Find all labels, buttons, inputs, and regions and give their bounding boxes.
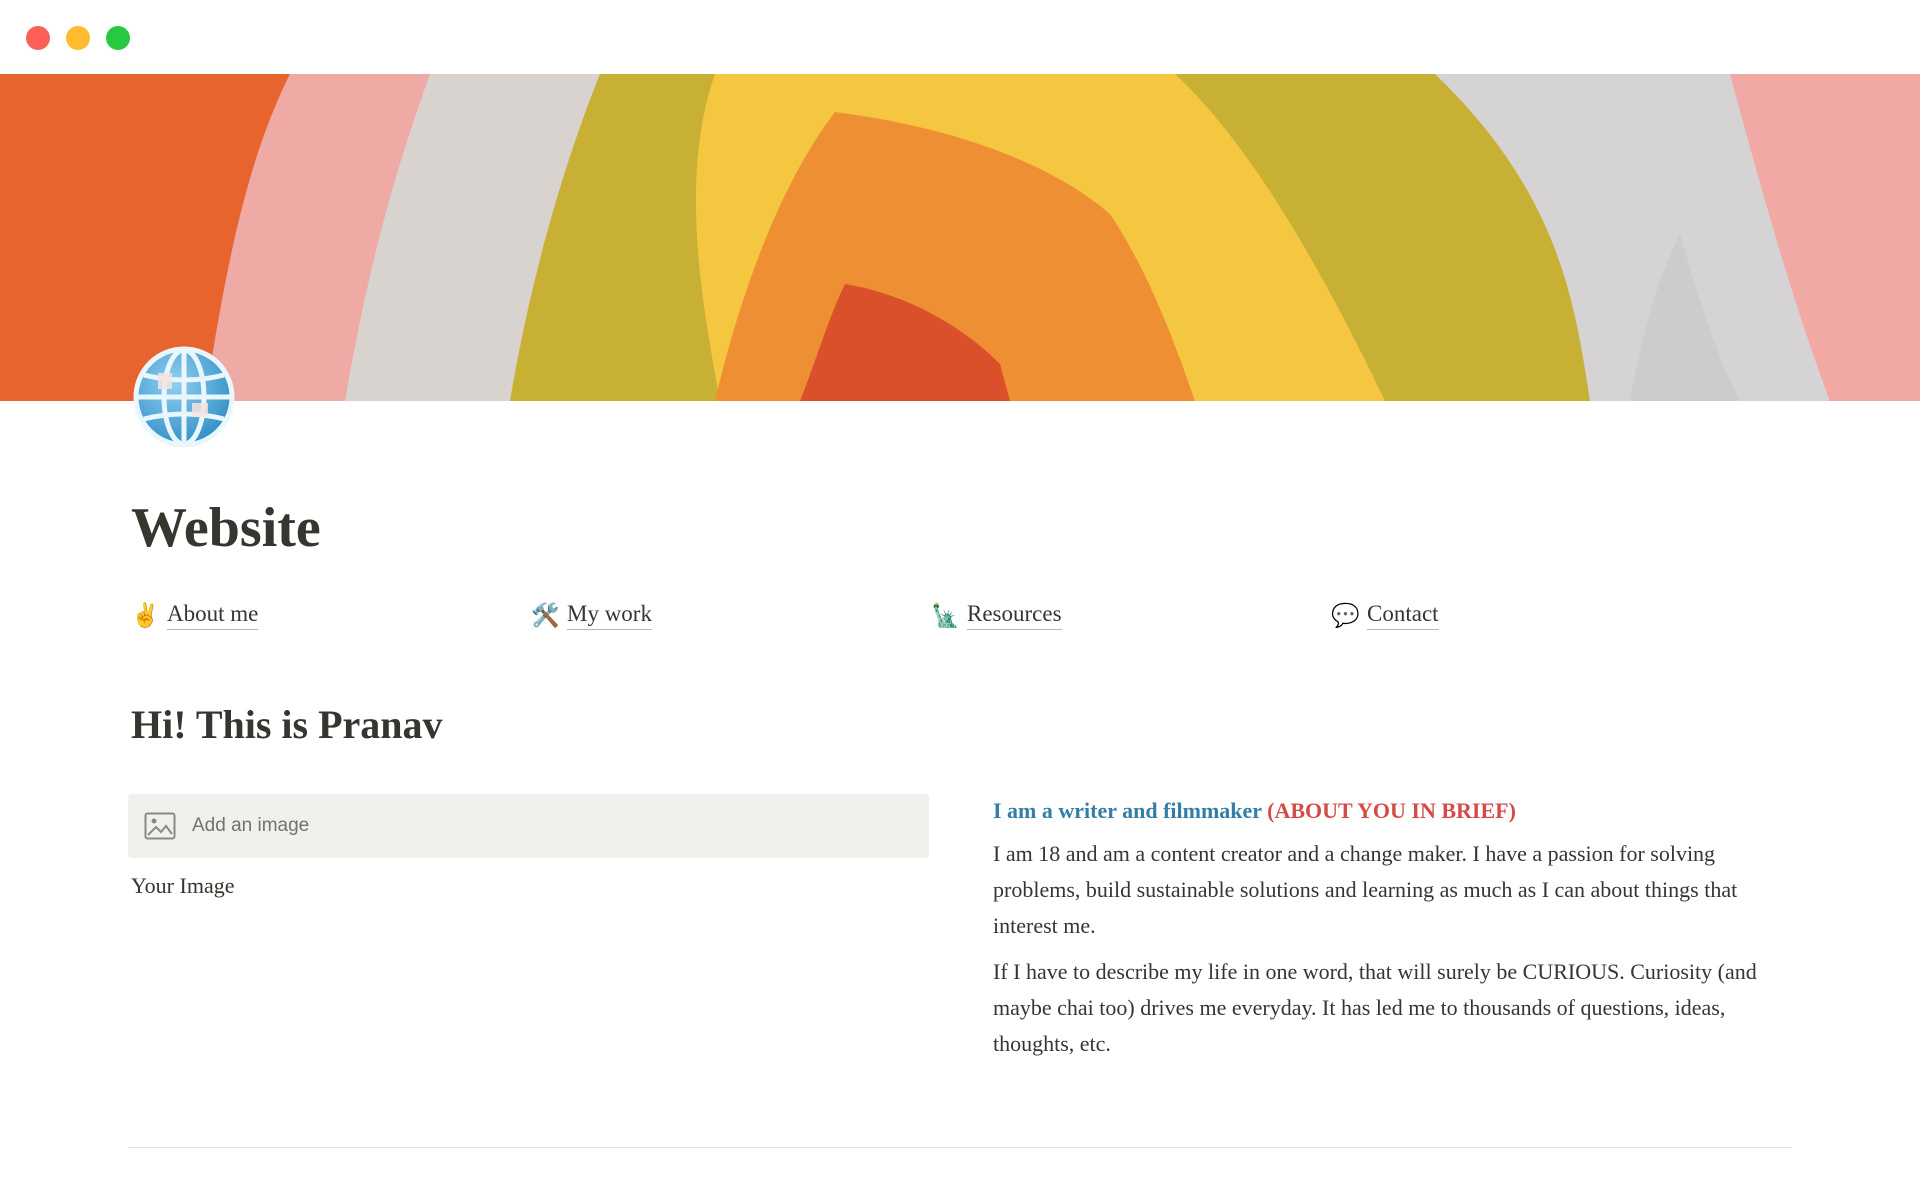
nav-link-my-work[interactable]: 🛠️ My work xyxy=(531,598,652,632)
about-paragraph-2[interactable]: If I have to describe my life in one wor… xyxy=(993,954,1793,1062)
minimize-window-button[interactable] xyxy=(66,26,90,50)
about-heading[interactable]: I am a writer and filmmaker (ABOUT YOU I… xyxy=(993,794,1793,828)
add-image-label: Add an image xyxy=(192,815,310,836)
page-title: Website xyxy=(131,497,321,559)
zoom-window-button[interactable] xyxy=(106,26,130,50)
nav-link-contact[interactable]: 💬 Contact xyxy=(1331,598,1439,632)
section-heading: Hi! This is Pranav xyxy=(131,702,443,747)
rainbow-arches-image xyxy=(0,74,1920,401)
divider xyxy=(128,1147,1792,1148)
about-heading-blue: I am a writer and filmmaker xyxy=(993,798,1262,823)
about-heading-red: (ABOUT YOU IN BRIEF) xyxy=(1267,798,1516,823)
nav-label[interactable]: Resources xyxy=(967,600,1062,630)
image-icon xyxy=(144,812,176,840)
image-caption[interactable]: Your Image xyxy=(131,870,234,902)
globe-icon[interactable] xyxy=(132,345,236,449)
nav-link-about-me[interactable]: ✌️ About me xyxy=(131,598,259,632)
nav-link-resources[interactable]: 🗽 Resources xyxy=(931,598,1062,632)
nav-label[interactable]: My work xyxy=(567,600,652,630)
nav-label[interactable]: About me xyxy=(167,600,259,630)
nav-label[interactable]: Contact xyxy=(1367,600,1439,630)
window-titlebar xyxy=(0,0,1920,74)
victory-hand-icon: ✌️ xyxy=(131,602,160,629)
speech-bubble-icon: 💬 xyxy=(1331,602,1360,629)
tools-icon: 🛠️ xyxy=(531,602,560,629)
about-paragraph-1[interactable]: I am 18 and am a content creator and a c… xyxy=(993,836,1793,944)
cover-image[interactable] xyxy=(0,74,1920,401)
about-column: I am a writer and filmmaker (ABOUT YOU I… xyxy=(993,794,1793,1072)
statue-of-liberty-icon: 🗽 xyxy=(931,602,960,629)
close-window-button[interactable] xyxy=(26,26,50,50)
add-image-button[interactable]: Add an image xyxy=(128,794,929,858)
